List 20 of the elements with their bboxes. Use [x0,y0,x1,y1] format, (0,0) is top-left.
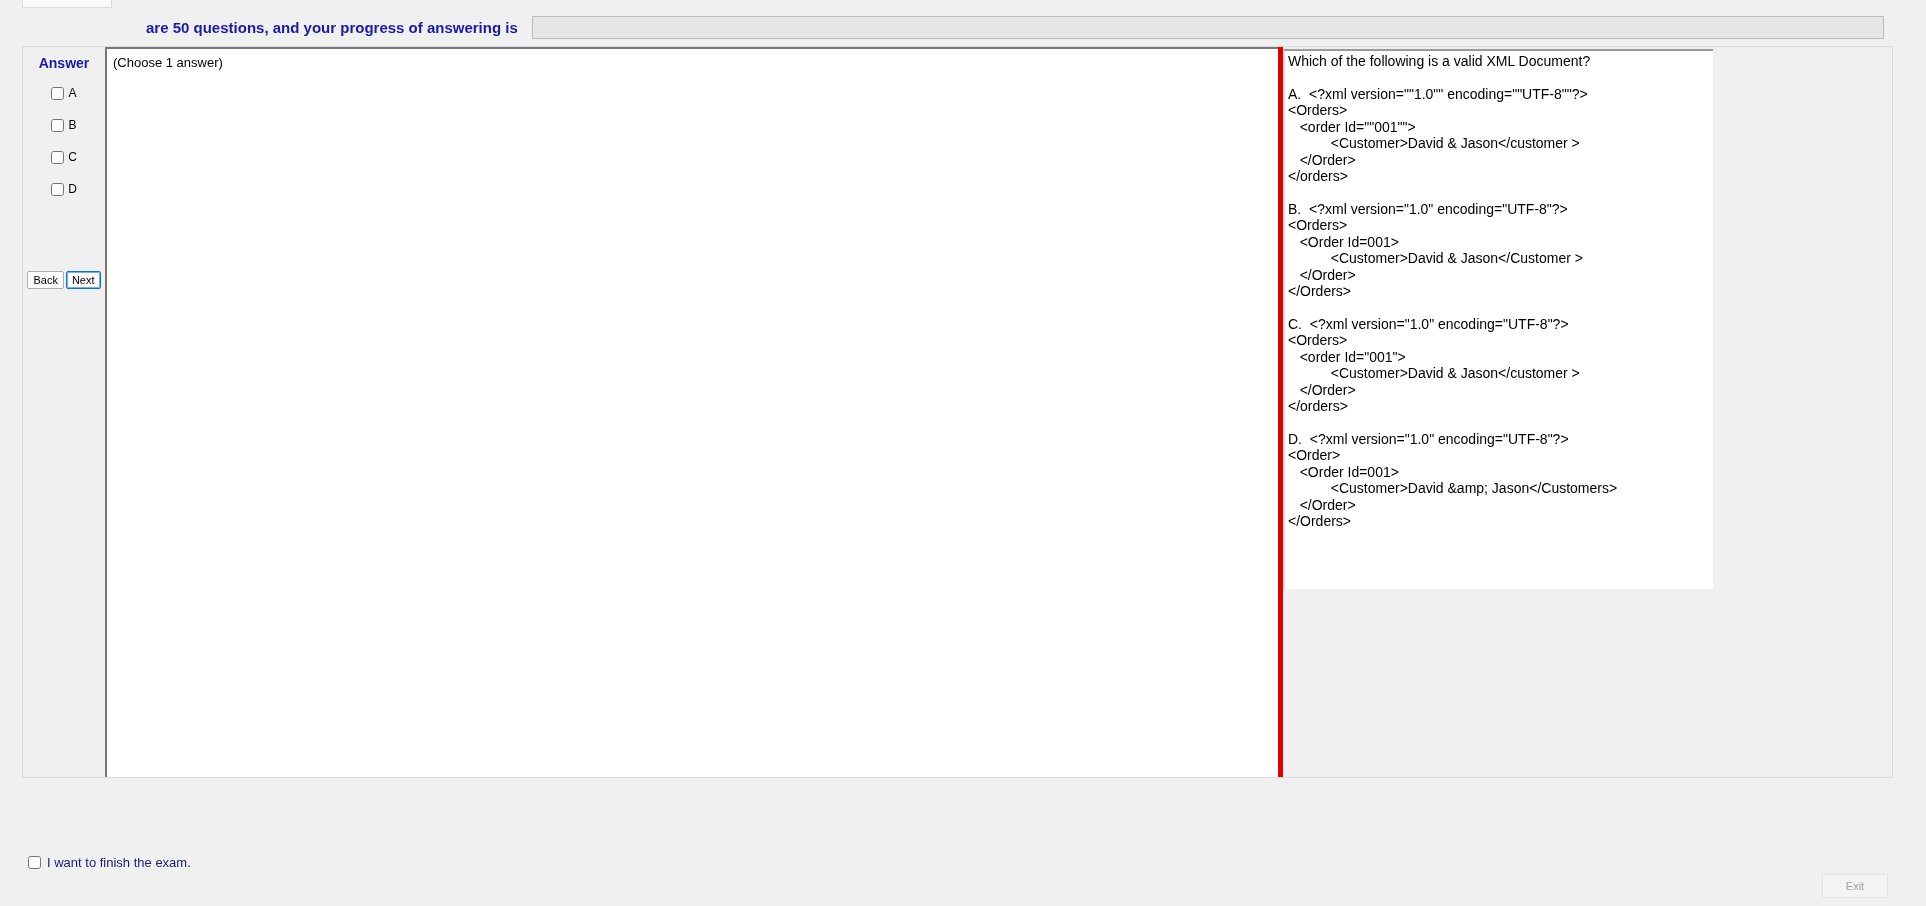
finish-checkbox[interactable] [28,856,41,869]
question-text: Which of the following is a valid XML Document? [1288,53,1592,70]
choice-label: A [68,86,77,100]
nav-button[interactable]: Back [27,271,64,289]
answer-checkbox[interactable] [51,118,65,132]
finish-label: I want to finish the exam. [47,855,191,870]
answer-heading: Answer [38,55,90,71]
choice-label: B [68,118,77,132]
option-text: D. <?xml version="1.0" encoding="UTF-8"?> <Order> <Order Id=001> <Customer>David &amp; Jason</Customers> </Order> </Orders> [1288,430,1619,530]
answer-checkbox[interactable] [51,150,65,164]
option-text: B. <?xml version="1.0" encoding="UTF-8"?> <Orders> <Order Id=001> <Customer>David & Jason</Customer > </Order> </Orders> [1288,200,1584,300]
choice-label: C [68,150,77,164]
answer-checkbox[interactable] [51,182,65,196]
progress-label: are 50 questions, and your progress of answering is [146,18,518,36]
choice-label: D [68,182,77,196]
option-text: A. <?xml version=""1.0"" encoding=""UTF-8""?> <Orders> <order Id=""001""> <Customer>David & Jason</customer > </Order> </orders> [1288,85,1589,185]
answer-instruction: (Choose 1 answer) [113,55,223,70]
answer-checkbox[interactable] [51,86,65,100]
option-text: C. <?xml version="1.0" encoding="UTF-8"?> <Orders> <order Id="001"> <Customer>David & Jason</customer > </Order> </orders> [1288,315,1581,415]
nav-button[interactable]: Next [65,271,101,289]
